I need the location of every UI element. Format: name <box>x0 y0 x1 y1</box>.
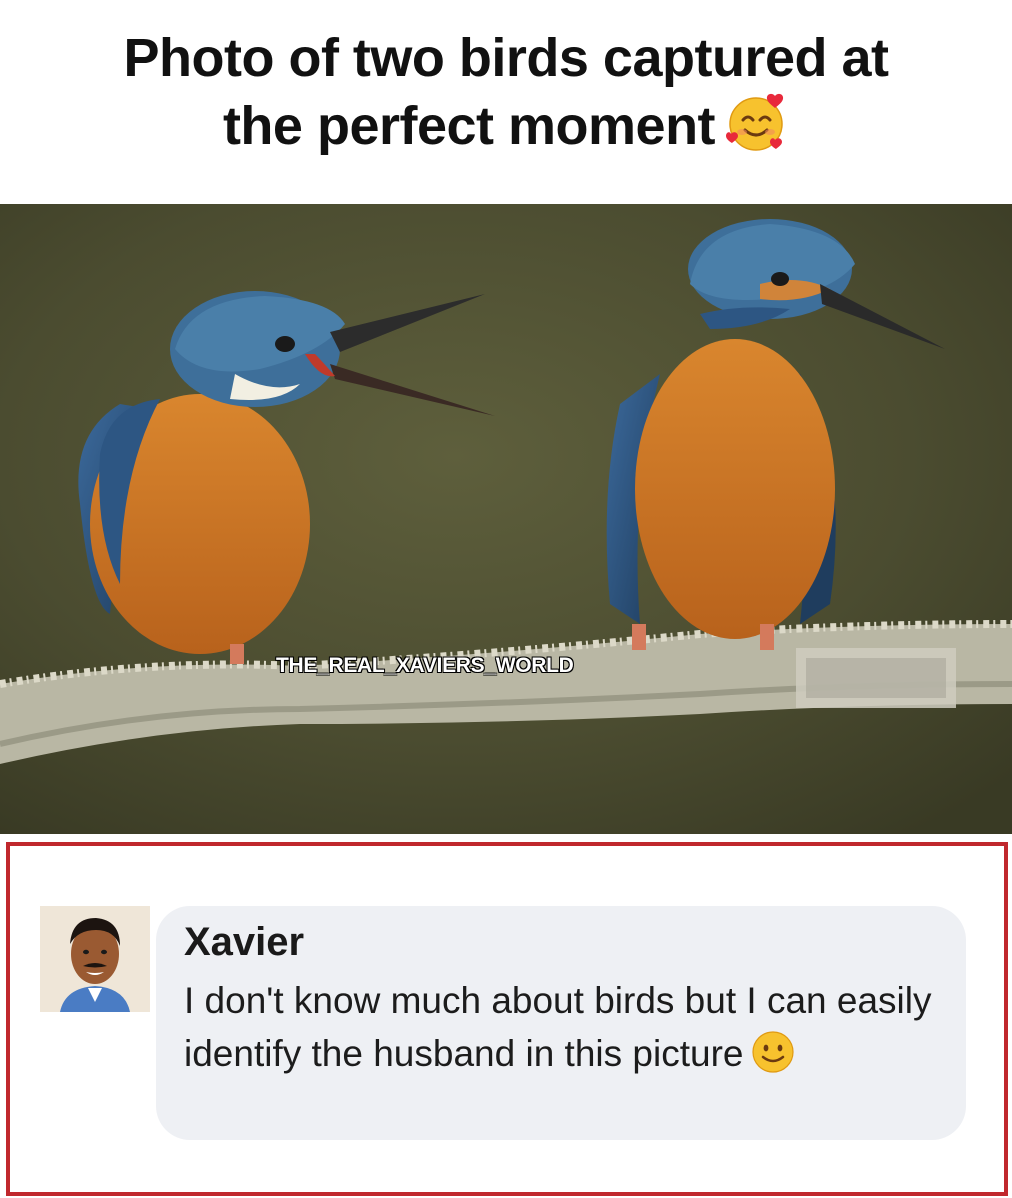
headline-line-2: the perfect moment <box>222 96 716 156</box>
headline-line-1: Photo of two birds captured at <box>123 28 890 88</box>
smiling-face-with-hearts-icon <box>725 90 789 168</box>
comment-bubble: Xavier I don't know much about birds but… <box>156 906 966 1140</box>
commenter-portrait-icon <box>40 906 150 1012</box>
comment-author[interactable]: Xavier <box>184 920 304 965</box>
post-headline: Photo of two birds captured at the perfe… <box>0 26 1012 168</box>
headline-line-2-wrap: the perfect moment <box>0 90 1012 168</box>
comment-text-wrap: I don't know much about birds but I can … <box>184 974 954 1088</box>
avatar[interactable] <box>40 906 150 1012</box>
comment-text: I don't know much about birds but I can … <box>184 980 932 1074</box>
highlighted-comment: Xavier I don't know much about birds but… <box>6 842 1008 1196</box>
slightly-smiling-face-icon <box>751 1030 795 1088</box>
kingfishers-image <box>0 204 1012 834</box>
photo-watermark: THE_REAL_XAVIERS_WORLD <box>276 654 574 677</box>
birds-photo: THE_REAL_XAVIERS_WORLD <box>0 204 1012 834</box>
